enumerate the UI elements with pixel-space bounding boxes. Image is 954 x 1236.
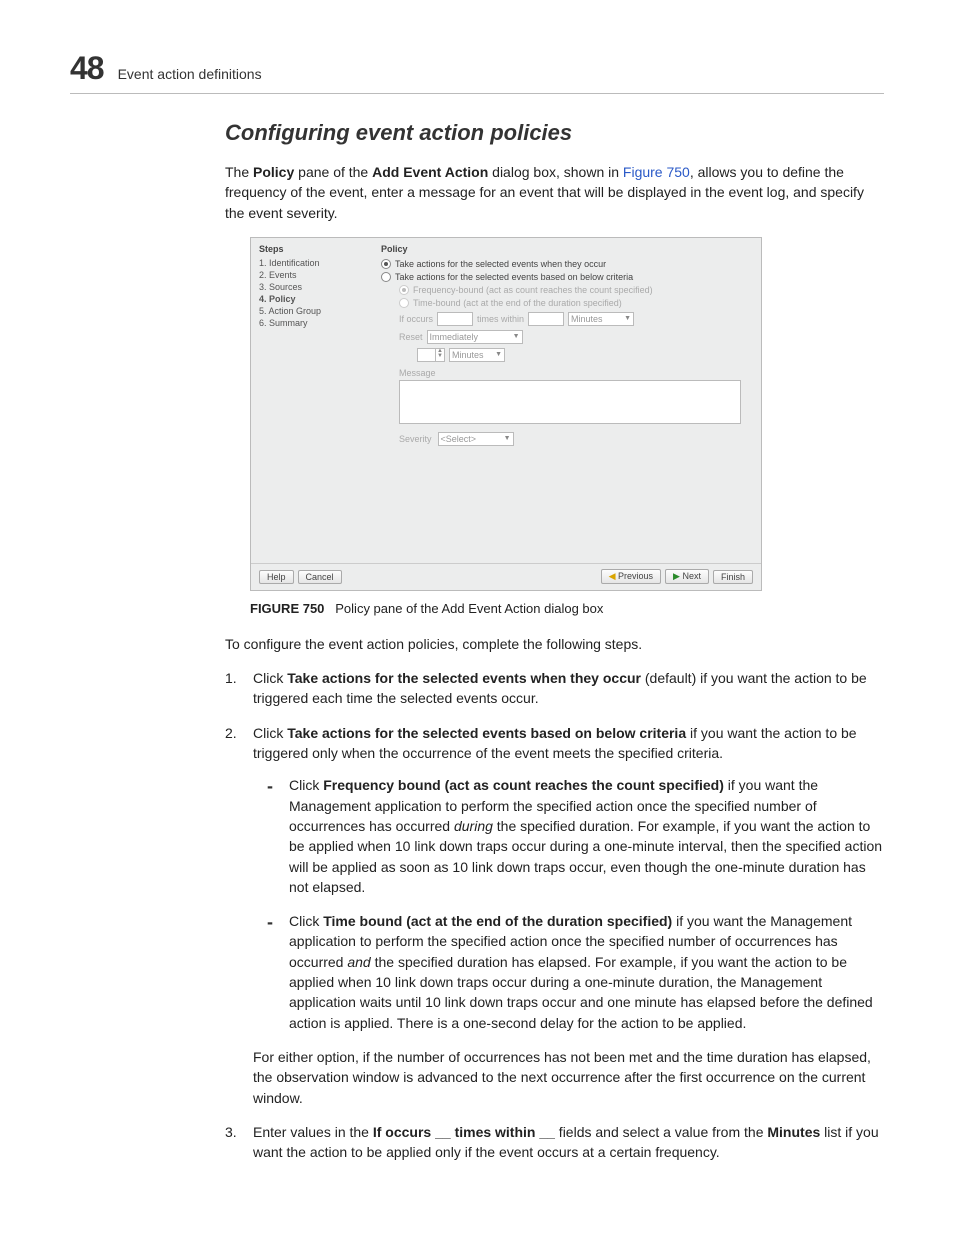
reset-minutes-row: ▲▼ Minutes▼ [417, 348, 751, 362]
step-action-group[interactable]: 5. Action Group [259, 306, 369, 316]
chevron-down-icon: ▼ [624, 315, 631, 322]
severity-row: Severity <Select>▼ [399, 432, 751, 446]
step-policy[interactable]: 4. Policy [259, 294, 369, 304]
help-button[interactable]: Help [259, 570, 294, 584]
step-2-sub-2: Click Time bound (act at the end of the … [253, 911, 884, 1033]
step-identification[interactable]: 1. Identification [259, 258, 369, 268]
within-value-input[interactable] [528, 312, 564, 326]
step-2-note: For either option, if the number of occu… [253, 1047, 884, 1108]
radio-selected-icon [399, 285, 409, 295]
occurs-count-input[interactable] [437, 312, 473, 326]
reset-label: Reset [399, 332, 423, 342]
figure-caption: FIGURE 750 Policy pane of the Add Event … [250, 601, 884, 616]
page-header-title: Event action definitions [118, 66, 262, 82]
radio-below-criteria-label: Take actions for the selected events bas… [395, 272, 633, 282]
radio-empty-icon [399, 298, 409, 308]
radio-time-bound-label: Time-bound (act at the end of the durati… [413, 298, 622, 308]
reset-minutes-spinner[interactable]: ▲▼ [417, 348, 445, 362]
dialog-button-bar: Help Cancel ◀ Previous ▶ Next Finish [251, 563, 761, 590]
radio-time-bound[interactable]: Time-bound (act at the end of the durati… [399, 298, 751, 308]
message-textarea[interactable] [399, 380, 741, 424]
section-heading: Configuring event action policies [225, 120, 884, 146]
policy-panel: Policy Take actions for the selected eve… [377, 238, 761, 563]
page-number: 48 [70, 50, 104, 87]
intro-paragraph: The Policy pane of the Add Event Action … [225, 162, 884, 223]
page-header: 48 Event action definitions [70, 50, 884, 94]
chevron-down-icon: ▼ [495, 351, 502, 358]
step-events[interactable]: 2. Events [259, 270, 369, 280]
step-summary[interactable]: 6. Summary [259, 318, 369, 328]
times-within-label: times within [477, 314, 524, 324]
radio-when-occur-label: Take actions for the selected events whe… [395, 259, 606, 269]
radio-selected-icon [381, 259, 391, 269]
radio-below-criteria[interactable]: Take actions for the selected events bas… [381, 272, 751, 282]
lead-in: To configure the event action policies, … [225, 634, 884, 654]
dialog-screenshot: Steps 1. Identification 2. Events 3. Sou… [250, 237, 762, 591]
reset-unit-dropdown[interactable]: Minutes▼ [449, 348, 505, 362]
reset-row: Reset Immediately▼ [399, 330, 751, 344]
chevron-down-icon: ▼ [513, 333, 520, 340]
radio-frequency-bound-label: Frequency-bound (act as count reaches th… [413, 285, 653, 295]
radio-when-occur[interactable]: Take actions for the selected events whe… [381, 259, 751, 269]
radio-empty-icon [381, 272, 391, 282]
step-2-sub-1: Click Frequency bound (act as count reac… [253, 775, 884, 897]
reset-dropdown[interactable]: Immediately▼ [427, 330, 523, 344]
steps-title: Steps [259, 244, 369, 254]
step-sources[interactable]: 3. Sources [259, 282, 369, 292]
minutes-dropdown[interactable]: Minutes▼ [568, 312, 634, 326]
figure-link[interactable]: Figure 750 [623, 164, 690, 180]
severity-label: Severity [399, 434, 432, 444]
finish-button[interactable]: Finish [713, 570, 753, 584]
steps-panel: Steps 1. Identification 2. Events 3. Sou… [251, 238, 377, 563]
next-button[interactable]: ▶ Next [665, 569, 709, 584]
chevron-down-icon: ▼ [504, 435, 511, 442]
message-label: Message [399, 368, 751, 378]
cancel-button[interactable]: Cancel [298, 570, 342, 584]
step-3: Enter values in the If occurs __ times w… [225, 1122, 884, 1163]
step-2: Click Take actions for the selected even… [225, 723, 884, 1108]
policy-title: Policy [381, 244, 751, 254]
if-occurs-row: If occurs times within Minutes▼ [399, 312, 751, 326]
step-1: Click Take actions for the selected even… [225, 668, 884, 709]
previous-button[interactable]: ◀ Previous [601, 569, 661, 584]
severity-dropdown[interactable]: <Select>▼ [438, 432, 514, 446]
radio-frequency-bound[interactable]: Frequency-bound (act as count reaches th… [399, 285, 751, 295]
if-occurs-label: If occurs [399, 314, 433, 324]
